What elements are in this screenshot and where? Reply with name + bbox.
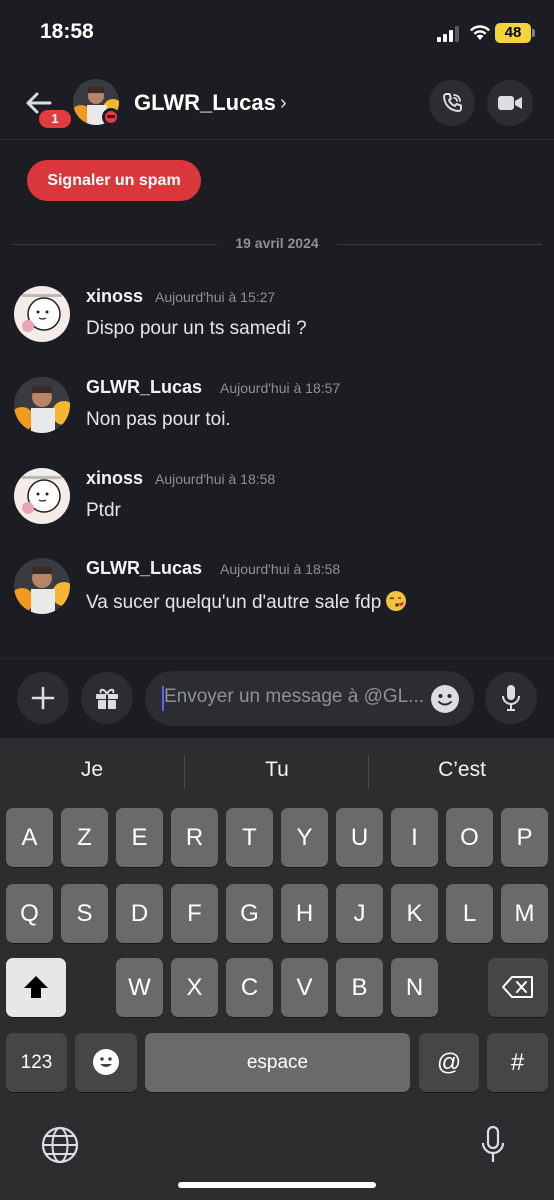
hash-key[interactable]: # <box>487 1033 548 1092</box>
key[interactable]: T <box>226 808 273 867</box>
shift-key[interactable] <box>6 958 66 1017</box>
predictive-bar: Je Tu C’est <box>0 738 554 804</box>
key[interactable]: M <box>501 884 548 943</box>
message-text: Ptdr <box>86 500 121 521</box>
user-avatar[interactable] <box>14 286 70 342</box>
key[interactable]: F <box>171 884 218 943</box>
video-camera-icon <box>498 96 522 110</box>
kiss-emoji-icon <box>386 591 407 611</box>
status-time: 18:58 <box>40 20 94 43</box>
message-timestamp: Aujourd'hui à 18:58 <box>220 561 341 577</box>
message-timestamp: Aujourd'hui à 15:27 <box>155 289 276 305</box>
backspace-icon <box>502 976 533 998</box>
wifi-icon <box>470 25 490 40</box>
do-not-disturb-status <box>102 108 120 126</box>
attach-button[interactable] <box>17 672 69 724</box>
gift-button[interactable] <box>81 672 133 724</box>
date-divider: 19 avril 2024 <box>12 234 542 254</box>
suggestion-1[interactable]: Je <box>7 758 177 782</box>
suggestion-3[interactable]: C’est <box>377 758 547 782</box>
contact-name[interactable]: GLWR_Lucas <box>134 90 276 116</box>
home-indicator[interactable] <box>178 1182 376 1188</box>
message-item[interactable]: xinoss Aujourd'hui à 18:58 Ptdr <box>0 468 554 548</box>
message-item[interactable]: GLWR_Lucas Aujourd'hui à 18:57 Non pas p… <box>0 377 554 457</box>
message-text-content: Va sucer quelqu'un d'autre sale fdp <box>86 592 382 613</box>
message-text: Dispo pour un ts samedi ? <box>86 318 307 339</box>
backspace-key[interactable] <box>488 958 548 1017</box>
message-author[interactable]: xinoss <box>86 468 143 489</box>
key[interactable]: P <box>501 808 548 867</box>
message-text: Non pas pour toi. <box>86 409 231 430</box>
user-avatar[interactable] <box>14 468 70 524</box>
microphone-icon <box>502 685 520 711</box>
phone-icon <box>443 93 462 112</box>
numbers-key[interactable]: 123 <box>6 1033 67 1092</box>
message-item[interactable]: xinoss Aujourd'hui à 15:27 Dispo pour un… <box>0 286 554 366</box>
key[interactable]: D <box>116 884 163 943</box>
suggestion-separator <box>368 756 369 788</box>
key[interactable]: H <box>281 884 328 943</box>
shift-icon <box>24 976 48 998</box>
suggestion-2[interactable]: Tu <box>192 758 362 782</box>
key[interactable]: W <box>116 958 163 1017</box>
voice-message-button[interactable] <box>485 672 537 724</box>
globe-icon[interactable] <box>41 1126 79 1164</box>
key[interactable]: L <box>446 884 493 943</box>
key[interactable]: S <box>61 884 108 943</box>
key[interactable]: O <box>446 808 493 867</box>
dictation-microphone-icon[interactable] <box>480 1125 506 1165</box>
plus-icon <box>31 686 55 710</box>
status-bar: 18:58 48 <box>0 0 554 64</box>
emoji-keyboard-icon <box>93 1049 119 1075</box>
emoji-picker-icon[interactable] <box>430 684 460 714</box>
divider-line <box>12 244 217 245</box>
key[interactable]: E <box>116 808 163 867</box>
at-key[interactable]: @ <box>419 1033 479 1092</box>
key[interactable]: Q <box>6 884 53 943</box>
keyboard: Je Tu C’est A Z E R T Y U I O P Q S D F … <box>0 738 554 1200</box>
message-input-placeholder: Envoyer un message à @GL... <box>164 686 425 707</box>
emoji-key[interactable] <box>75 1033 137 1092</box>
user-avatar[interactable] <box>14 558 70 614</box>
key[interactable]: V <box>281 958 328 1017</box>
message-text: Va sucer quelqu'un d'autre sale fdp <box>86 590 407 614</box>
key[interactable]: Z <box>61 808 108 867</box>
key[interactable]: K <box>391 884 438 943</box>
key[interactable]: R <box>171 808 218 867</box>
space-key[interactable]: espace <box>145 1033 410 1092</box>
key[interactable]: X <box>171 958 218 1017</box>
key[interactable]: Y <box>281 808 328 867</box>
key[interactable]: G <box>226 884 273 943</box>
chat-header: 1 GLWR_Lucas › <box>0 70 554 140</box>
message-author[interactable]: GLWR_Lucas <box>86 558 202 579</box>
user-avatar[interactable] <box>14 377 70 433</box>
key[interactable]: B <box>336 958 383 1017</box>
key[interactable]: U <box>336 808 383 867</box>
key[interactable]: C <box>226 958 273 1017</box>
key[interactable]: A <box>6 808 53 867</box>
message-author[interactable]: GLWR_Lucas <box>86 377 202 398</box>
message-author[interactable]: xinoss <box>86 286 143 307</box>
suggestion-separator <box>184 756 185 788</box>
message-input[interactable]: Envoyer un message à @GL... <box>145 671 474 726</box>
divider-line <box>337 244 542 245</box>
message-item[interactable]: GLWR_Lucas Aujourd'hui à 18:58 Va sucer … <box>0 558 554 638</box>
report-spam-button[interactable]: Signaler un spam <box>27 160 201 201</box>
battery-level: 48 <box>495 23 531 43</box>
cellular-signal-icon <box>437 26 459 42</box>
video-call-button[interactable] <box>487 80 533 126</box>
chevron-right-icon[interactable]: › <box>280 92 287 115</box>
date-divider-text: 19 avril 2024 <box>235 235 319 251</box>
key[interactable]: I <box>391 808 438 867</box>
message-timestamp: Aujourd'hui à 18:58 <box>155 471 276 487</box>
battery-tip <box>532 29 535 37</box>
gift-icon <box>96 688 118 709</box>
unread-badge: 1 <box>37 108 73 130</box>
voice-call-button[interactable] <box>429 80 475 126</box>
message-composer: Envoyer un message à @GL... <box>0 658 554 738</box>
key[interactable]: N <box>391 958 438 1017</box>
message-timestamp: Aujourd'hui à 18:57 <box>220 380 341 396</box>
key[interactable]: J <box>336 884 383 943</box>
